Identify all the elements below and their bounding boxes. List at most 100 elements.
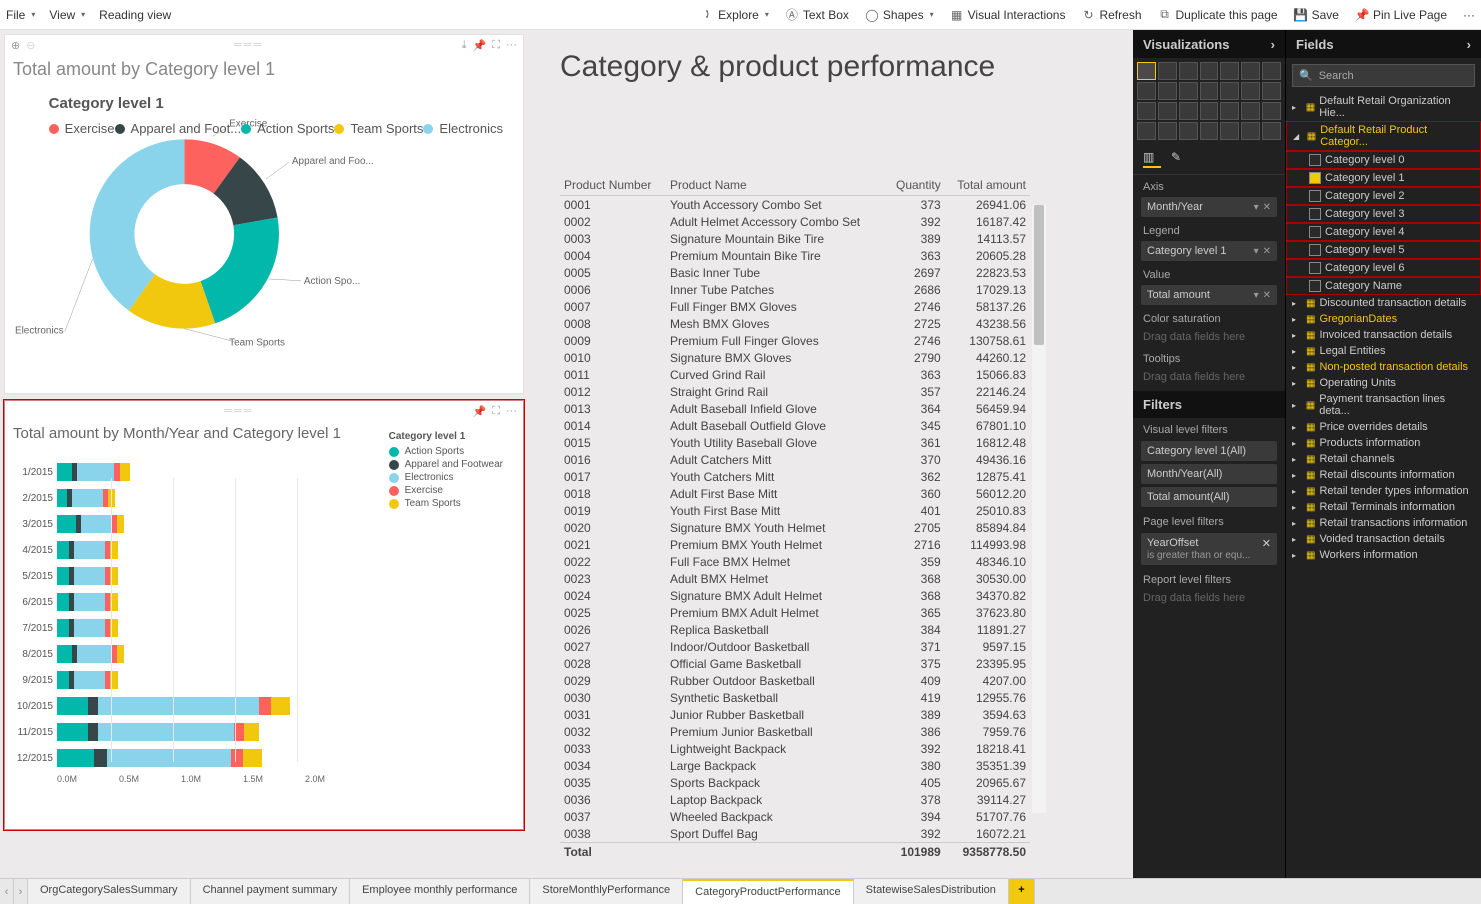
- chevron-down-icon[interactable]: ▾: [1254, 202, 1259, 213]
- save-button[interactable]: 💾Save: [1294, 8, 1339, 22]
- viz-type-button[interactable]: [1200, 102, 1219, 120]
- field-item[interactable]: Category level 1: [1286, 169, 1481, 187]
- bar-segment[interactable]: [57, 697, 88, 715]
- viz-type-button[interactable]: [1158, 62, 1177, 80]
- table-row[interactable]: 0031Junior Rubber Basketball3893594.63: [560, 706, 1030, 723]
- field-table[interactable]: ▸▦Retail discounts information: [1286, 467, 1481, 483]
- remove-icon[interactable]: ✕: [1263, 246, 1271, 257]
- product-table[interactable]: Product NumberProduct NameQuantityTotal …: [560, 175, 1030, 833]
- refresh-button[interactable]: ↻Refresh: [1081, 8, 1141, 22]
- fields-search[interactable]: 🔍Search: [1292, 64, 1475, 87]
- remove-icon[interactable]: ✕: [1263, 290, 1271, 301]
- add-page-tab[interactable]: +: [1009, 879, 1035, 904]
- field-table[interactable]: ▸▦Price overrides details: [1286, 419, 1481, 435]
- bar-segment[interactable]: [57, 541, 69, 559]
- bar-segment[interactable]: [81, 515, 112, 533]
- viz-type-button[interactable]: [1137, 122, 1156, 140]
- view-menu[interactable]: View▾: [49, 8, 85, 22]
- bar-segment[interactable]: [74, 671, 105, 689]
- report-filters-drop[interactable]: Drag data fields here: [1133, 588, 1285, 608]
- bar-segment[interactable]: [57, 619, 69, 637]
- viz-type-button[interactable]: [1179, 62, 1198, 80]
- bar-segment[interactable]: [244, 723, 259, 741]
- viz-type-button[interactable]: [1200, 122, 1219, 140]
- textbox-button[interactable]: ⒶText Box: [785, 8, 849, 22]
- field-item[interactable]: Category level 2: [1286, 187, 1481, 205]
- field-table[interactable]: ▸▦Retail tender types information: [1286, 483, 1481, 499]
- column-header[interactable]: Product Name: [666, 175, 886, 196]
- viz-type-button[interactable]: [1179, 102, 1198, 120]
- table-row[interactable]: 0035Sports Backpack40520965.67: [560, 774, 1030, 791]
- remove-icon[interactable]: ✕: [1262, 537, 1271, 550]
- field-checkbox[interactable]: [1309, 262, 1321, 274]
- visual-filter-item[interactable]: Total amount(All): [1141, 487, 1277, 507]
- table-row[interactable]: 0024Signature BMX Adult Helmet36834370.8…: [560, 587, 1030, 604]
- page-tab[interactable]: OrgCategorySalesSummary: [28, 879, 191, 904]
- bar-segment[interactable]: [57, 671, 69, 689]
- bar-segment[interactable]: [117, 515, 124, 533]
- bar-segment[interactable]: [271, 697, 290, 715]
- bar-segment[interactable]: [72, 489, 103, 507]
- bar-row[interactable]: 2/2015: [13, 486, 515, 510]
- field-table[interactable]: ▸▦Retail transactions information: [1286, 515, 1481, 531]
- bar-row[interactable]: 3/2015: [13, 512, 515, 536]
- bar-row[interactable]: 4/2015: [13, 538, 515, 562]
- fields-header[interactable]: Fields›: [1286, 30, 1481, 58]
- axis-field[interactable]: Month/Year▾✕: [1141, 197, 1277, 217]
- visual-more-icon[interactable]: ···: [506, 405, 517, 417]
- field-checkbox[interactable]: [1309, 208, 1321, 220]
- table-row[interactable]: 0005Basic Inner Tube269722823.53: [560, 264, 1030, 281]
- field-table[interactable]: ▸▦Legal Entities: [1286, 343, 1481, 359]
- drill-down-icon[interactable]: ⊕: [11, 39, 20, 52]
- column-header[interactable]: Quantity: [886, 175, 945, 196]
- field-checkbox[interactable]: [1309, 226, 1321, 238]
- bar-row[interactable]: 6/2015: [13, 590, 515, 614]
- bar-segment[interactable]: [57, 515, 76, 533]
- bar-segment[interactable]: [74, 593, 105, 611]
- bar-row[interactable]: 5/2015: [13, 564, 515, 588]
- field-checkbox[interactable]: [1309, 190, 1321, 202]
- pin-visual-icon[interactable]: 📌: [473, 39, 487, 52]
- page-filter-item[interactable]: YearOffset✕ is greater than or equ...: [1141, 533, 1277, 565]
- bar-segment[interactable]: [77, 645, 112, 663]
- bar-segment[interactable]: [117, 645, 124, 663]
- field-table[interactable]: ▸▦Workers information: [1286, 547, 1481, 563]
- viz-type-button[interactable]: [1137, 82, 1156, 100]
- bar-segment[interactable]: [57, 723, 88, 741]
- bar-row[interactable]: 12/2015: [13, 746, 515, 770]
- field-item[interactable]: Category level 3: [1286, 205, 1481, 223]
- table-row[interactable]: 0008Mesh BMX Gloves272543238.56: [560, 315, 1030, 332]
- field-table[interactable]: ▸▦Voided transaction details: [1286, 531, 1481, 547]
- drill-up-icon[interactable]: ⊖: [26, 39, 35, 52]
- table-row[interactable]: 0033Lightweight Backpack39218218.41: [560, 740, 1030, 757]
- table-row[interactable]: 0004Premium Mountain Bike Tire36320605.2…: [560, 247, 1030, 264]
- field-checkbox[interactable]: [1309, 154, 1321, 166]
- viz-type-button[interactable]: [1262, 62, 1281, 80]
- page-tab[interactable]: StoreMonthlyPerformance: [530, 879, 683, 904]
- visualizations-header[interactable]: Visualizations›: [1133, 30, 1285, 58]
- bar-segment[interactable]: [57, 749, 94, 767]
- viz-type-button[interactable]: [1220, 82, 1239, 100]
- viz-type-button[interactable]: [1220, 122, 1239, 140]
- field-checkbox[interactable]: [1309, 172, 1321, 184]
- table-row[interactable]: 0002Adult Helmet Accessory Combo Set3921…: [560, 213, 1030, 230]
- viz-type-button[interactable]: [1200, 82, 1219, 100]
- page-tab[interactable]: Employee monthly performance: [350, 879, 530, 904]
- field-table[interactable]: ▸▦Payment transaction lines deta...: [1286, 391, 1481, 419]
- bar-segment[interactable]: [243, 749, 262, 767]
- column-header[interactable]: Total amount: [945, 175, 1030, 196]
- table-row[interactable]: 0011Curved Grind Rail36315066.83: [560, 366, 1030, 383]
- bar-segment[interactable]: [57, 645, 72, 663]
- file-menu[interactable]: File▾: [6, 8, 35, 22]
- field-table[interactable]: ▸▦Default Retail Organization Hie...: [1286, 93, 1481, 121]
- table-row[interactable]: 0029Rubber Outdoor Basketball4094207.00: [560, 672, 1030, 689]
- table-row[interactable]: 0010Signature BMX Gloves279044260.12: [560, 349, 1030, 366]
- field-item[interactable]: Category level 6: [1286, 259, 1481, 277]
- field-table[interactable]: ▸▦Non-posted transaction details: [1286, 359, 1481, 375]
- focus-icon[interactable]: ⛶: [492, 39, 500, 52]
- field-item[interactable]: Category Name: [1286, 277, 1481, 295]
- table-row[interactable]: 0017Youth Catchers Mitt36212875.41: [560, 468, 1030, 485]
- field-checkbox[interactable]: [1309, 280, 1321, 292]
- export-icon[interactable]: ⤓: [462, 39, 467, 52]
- table-row[interactable]: 0032Premium Junior Basketball3867959.76: [560, 723, 1030, 740]
